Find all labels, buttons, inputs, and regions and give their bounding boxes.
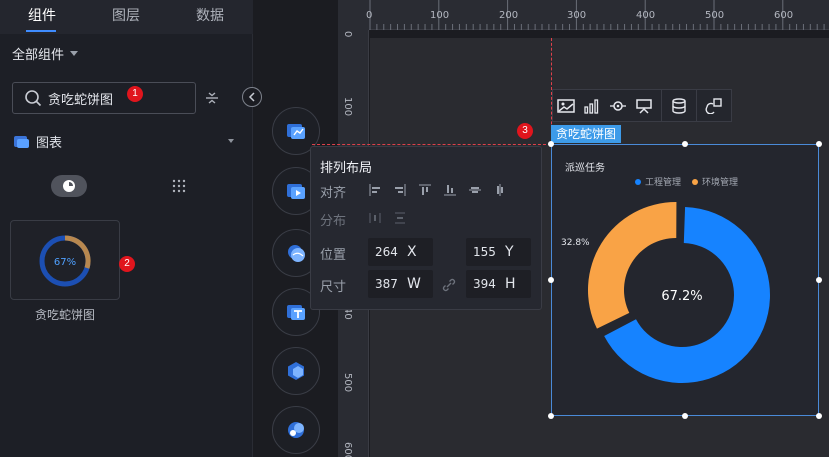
grid-view-icon[interactable] xyxy=(171,178,187,194)
ruler-tick-label: 500 xyxy=(705,10,725,21)
distribute-horizontal-icon[interactable] xyxy=(368,211,382,225)
search-icon xyxy=(25,90,42,107)
image-button[interactable] xyxy=(553,90,579,121)
widget-toolbar xyxy=(552,89,732,122)
caret-down-icon xyxy=(228,139,234,143)
callout-marker-3: 3 xyxy=(517,123,533,139)
toolbar-divider xyxy=(661,89,662,122)
eye-icon xyxy=(610,100,626,111)
pie-icon xyxy=(63,180,75,192)
chart-category-icon xyxy=(14,135,29,148)
search-input-value: 贪吃蛇饼图 xyxy=(48,92,114,108)
size-label: 尺寸 xyxy=(320,280,347,295)
position-x-value: 264 xyxy=(375,245,398,259)
ruler-tick-label: 400 xyxy=(636,10,656,21)
pie-view-button[interactable] xyxy=(51,175,87,197)
material-widget-button[interactable] xyxy=(272,406,320,454)
size-height-input[interactable]: 394 H xyxy=(466,270,531,298)
tab-components[interactable]: 组件 xyxy=(0,0,84,34)
toolbar-divider xyxy=(696,89,697,122)
tab-data[interactable]: 数据 xyxy=(168,0,252,34)
chevron-left-icon xyxy=(248,92,255,102)
material-icon xyxy=(288,422,304,438)
distribute-label: 分布 xyxy=(320,214,347,229)
chart-bar-icon xyxy=(287,124,305,139)
callout-marker-2: 2 xyxy=(119,256,135,272)
position-x-input[interactable]: 264 X xyxy=(368,238,433,266)
chart-group-header[interactable]: 图表 xyxy=(13,131,238,151)
caret-down-icon xyxy=(70,51,79,56)
interaction-icon xyxy=(705,97,722,114)
ruler-tick-label: 0 xyxy=(342,31,353,38)
thumbnail-percent: 67% xyxy=(54,257,76,268)
chart-group-label: 图表 xyxy=(36,135,63,151)
snake-pie-thumbnail: 67% xyxy=(39,235,91,287)
position-label: 位置 xyxy=(320,248,347,263)
align-vertical-center-icon[interactable] xyxy=(468,183,482,197)
media-icon xyxy=(287,184,305,199)
position-y-unit: Y xyxy=(505,244,514,260)
size-width-value: 387 xyxy=(375,277,398,291)
ruler-tick-label: 100 xyxy=(430,10,450,21)
align-top-icon[interactable] xyxy=(418,183,432,197)
alignment-guide-horizontal xyxy=(312,144,551,145)
database-icon xyxy=(672,97,686,114)
component-panel: 组件 图层 数据 全部组件 贪吃蛇饼图 1 图表 67% 2 贪吃蛇饼图 xyxy=(0,0,253,457)
selected-widget-name-tag: 贪吃蛇饼图 xyxy=(551,125,622,143)
collapse-panel-button[interactable] xyxy=(242,87,262,107)
screen-button[interactable] xyxy=(631,90,657,121)
align-bottom-icon[interactable] xyxy=(443,183,457,197)
size-height-unit: H xyxy=(505,276,516,292)
active-tab-indicator xyxy=(26,30,56,32)
align-right-icon[interactable] xyxy=(393,183,407,197)
ruler-corner xyxy=(338,0,369,30)
size-width-unit: W xyxy=(407,276,421,292)
position-x-unit: X xyxy=(407,244,417,260)
ruler-tick-label: 500 xyxy=(342,373,353,393)
tab-layers[interactable]: 图层 xyxy=(84,0,168,34)
arrange-title: 排列布局 xyxy=(320,161,373,176)
panel-tabs: 组件 图层 数据 xyxy=(0,0,253,34)
hexagon-icon xyxy=(288,362,304,380)
ruler-tick-label: 600 xyxy=(342,442,353,457)
align-left-icon[interactable] xyxy=(368,183,382,197)
category-dropdown[interactable]: 全部组件 xyxy=(12,44,79,63)
interaction-button[interactable] xyxy=(701,90,727,121)
align-horizontal-center-icon[interactable] xyxy=(493,183,507,197)
distribute-vertical-icon[interactable] xyxy=(393,211,407,225)
ruler-tick-label: 300 xyxy=(567,10,587,21)
lock-ratio-link-icon[interactable] xyxy=(441,277,457,293)
ruler-tick-label: 200 xyxy=(499,10,519,21)
monitor-icon xyxy=(636,98,652,114)
ruler-tick-label: 600 xyxy=(774,10,794,21)
widget-label: 贪吃蛇饼图 xyxy=(34,308,95,322)
decoration-widget-button[interactable] xyxy=(272,347,320,395)
search-input[interactable]: 贪吃蛇饼图 xyxy=(12,82,196,114)
ruler-tick-label: 0 xyxy=(366,10,373,21)
view-button[interactable] xyxy=(605,90,631,121)
size-height-value: 394 xyxy=(473,277,496,291)
position-y-input[interactable]: 155 Y xyxy=(466,238,531,266)
data-source-button[interactable] xyxy=(666,90,692,121)
text-icon xyxy=(287,305,305,320)
position-y-value: 155 xyxy=(473,245,496,259)
size-width-input[interactable]: 387 W xyxy=(368,270,433,298)
globe-icon xyxy=(288,245,305,262)
arrange-layout-popup: 排列布局 对齐 分布 位置 264 X 155 Y 尺寸 387 W 394 H xyxy=(310,146,542,310)
bar-chart-icon xyxy=(584,98,599,114)
snake-pie-widget-card[interactable]: 67% xyxy=(10,220,120,300)
donut-chart: 67.2% xyxy=(588,202,770,383)
bar-chart-button[interactable] xyxy=(579,90,605,121)
pie-slice-2[interactable] xyxy=(588,202,677,329)
ruler-tick-label: 100 xyxy=(342,97,353,117)
donut-center-label: 67.2% xyxy=(661,289,702,304)
filter-toggle-icon[interactable] xyxy=(203,89,221,107)
category-dropdown-value: 全部组件 xyxy=(12,48,65,63)
align-label: 对齐 xyxy=(320,186,347,201)
callout-marker-1: 1 xyxy=(127,86,143,102)
image-icon xyxy=(557,98,575,113)
